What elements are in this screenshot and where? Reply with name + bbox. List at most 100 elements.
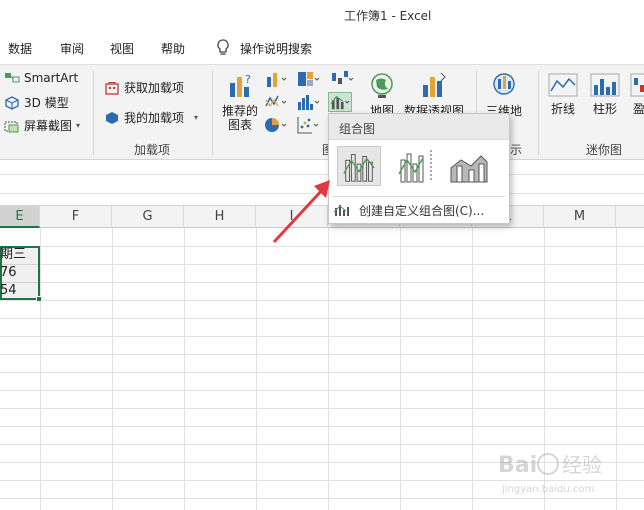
globe-icon [371,73,393,98]
svg-text:Bai: Bai [498,453,537,478]
group-separator [212,71,213,155]
create-custom-combo-label: 创建自定义组合图(C)... [359,203,485,218]
svg-text:?: ? [245,73,251,86]
hierarchy-chart-icon[interactable] [296,69,320,89]
screenshot-button[interactable]: 屏幕截图 ▾ [4,117,80,134]
gridline [184,228,185,510]
column-header-g[interactable]: G [112,206,184,228]
annotation-arrow-icon [272,180,330,244]
group-separator [538,71,539,155]
addin-icon [106,111,118,124]
sparkline-column-button[interactable]: 柱形 [588,73,622,116]
menu-data[interactable]: 数据 [8,40,32,57]
get-addins-button[interactable]: 获取加载项 [104,79,184,96]
sparkline-winloss-icon [630,73,644,97]
column-header-e[interactable]: E [0,206,40,228]
gridline [0,264,644,265]
model3d-button[interactable]: 3D 模型 [4,94,69,111]
maps-button[interactable]: 地图 [366,71,398,118]
recommended-charts-label: 推荐的图表 [221,104,258,132]
dropdown-separator [333,196,505,197]
pivotchart-button[interactable]: 数据透视图 [402,71,466,118]
gridline [0,408,644,409]
sparkline-winloss-label: 盈亏 [632,102,644,116]
gridline [0,354,644,355]
clustered-column-line-icon[interactable] [337,146,381,186]
addins-group-label: 加载项 [134,143,171,157]
model3d-label: 3D 模型 [24,96,69,110]
gridline [400,228,401,510]
gridline [0,300,644,301]
cell-e-value-2[interactable]: 54 [0,281,17,301]
dropdown-header: 组合图 [329,114,509,140]
combo-chart-icon[interactable] [328,92,352,112]
ribbon: SmartArt 3D 模型 屏幕截图 ▾ 获取加载项 我的加载项 ▾ 加载项 … [0,64,644,160]
create-custom-combo-item[interactable]: 创建自定义组合图(C)... [333,200,505,220]
gridline [0,246,644,247]
combo-chart-dropdown: 组合图 创建自定义组合图(C)... [328,113,510,224]
window-title: 工作簿1 - Excel [344,9,432,23]
store-icon [105,81,119,95]
gridline [112,228,113,510]
gridline [40,228,41,510]
gridline [0,336,644,337]
pie-chart-icon[interactable] [264,115,288,135]
screenshot-dropdown-icon: ▾ [76,121,81,130]
menu-bar: 数据 审阅 视图 帮助 操作说明搜索 [0,30,644,64]
smartart-label: SmartArt [24,71,79,85]
column-chart-icon[interactable] [264,69,288,89]
column-header-h[interactable]: H [184,206,256,228]
cell-e-value-1[interactable]: 76 [0,263,17,283]
recommended-charts-button[interactable]: ? 推荐的图表 [220,71,260,132]
menu-view[interactable]: 视图 [110,40,134,57]
cell-e-weekday[interactable]: 期三 [0,245,26,265]
gridline [0,426,644,427]
menu-review[interactable]: 审阅 [60,40,84,57]
gridline [0,282,644,283]
gridline [256,228,257,510]
my-addins-button[interactable]: 我的加载项 ▾ [104,109,198,126]
svg-text:jingyan.baidu.com: jingyan.baidu.com [501,484,594,495]
gridline [328,228,329,510]
dropdown-title: 组合图 [339,122,376,136]
statistic-chart-icon[interactable] [296,92,320,112]
lightbulb-icon [217,39,229,55]
gridline [472,228,473,510]
sparklines-group-label: 迷你图 [586,143,623,157]
tours-group-label: 示 [510,143,523,157]
title-bar: 工作簿1 - Excel [0,0,644,30]
svg-text:经验: 经验 [562,453,602,477]
screenshot-label: 屏幕截图 [24,119,73,133]
sparkline-line-icon [548,73,578,97]
pivotchart-icon [423,72,446,97]
waterfall-chart-icon[interactable] [330,69,354,89]
column-header-f[interactable]: F [40,206,112,228]
sparkline-winloss-button[interactable]: 盈亏 [628,73,644,116]
line-chart-icon[interactable] [264,92,288,112]
scatter-chart-icon[interactable] [296,115,320,135]
my-addins-label: 我的加载项 [124,111,185,125]
gridline [0,372,644,373]
tell-me-search[interactable]: 操作说明搜索 [240,40,312,57]
sparkline-line-button[interactable]: 折线 [546,73,580,116]
column-header-m[interactable]: M [544,206,616,228]
sparkline-line-label: 折线 [550,102,575,116]
3d-map-icon [493,73,515,95]
group-separator [93,71,94,155]
recommended-charts-icon: ? [230,73,251,97]
smartart-icon [5,73,20,83]
smartart-button[interactable]: SmartArt [4,71,78,85]
fill-handle[interactable] [36,296,42,302]
gridline [0,390,644,391]
cube-icon [5,95,19,110]
gridline [0,318,644,319]
get-addins-label: 获取加载项 [124,81,185,95]
my-addins-dropdown-icon: ▾ [194,113,199,122]
clustered-column-line-secondary-axis-icon[interactable] [393,146,437,186]
sparkline-column-icon [590,73,620,97]
baidu-watermark-logo: Bai 经验 jingyan.baidu.com [498,453,602,495]
screenshot-icon [4,121,19,132]
sparkline-column-label: 柱形 [592,102,617,116]
menu-help[interactable]: 帮助 [161,40,185,57]
stacked-area-column-icon[interactable] [447,146,491,186]
